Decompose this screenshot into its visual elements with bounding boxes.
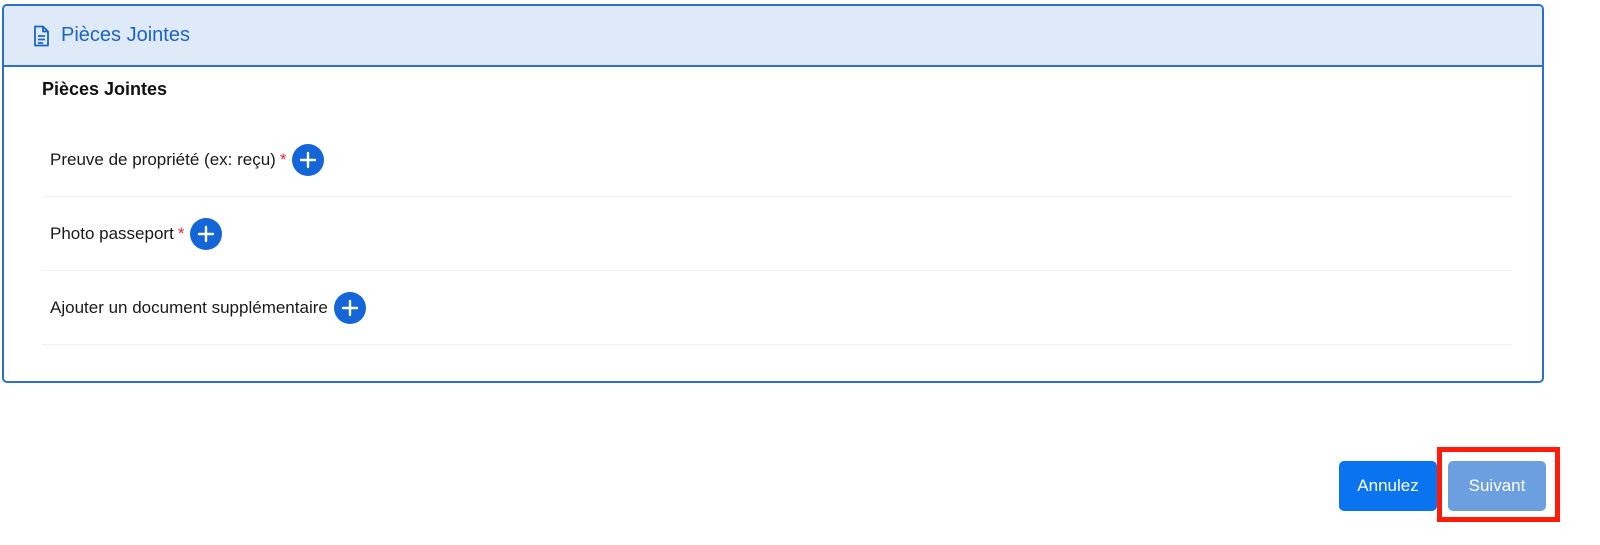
add-proof-of-ownership-button[interactable] (292, 143, 325, 176)
attachments-panel: Pièces Jointes Pièces Jointes Preuve de … (2, 4, 1544, 383)
attachment-label: Photo passeport (50, 223, 174, 243)
required-marker: * (279, 149, 287, 169)
plus-icon (341, 299, 359, 316)
attachment-row-passport-photo: Photo passeport * (42, 197, 1512, 271)
add-passport-photo-button[interactable] (190, 217, 223, 250)
add-additional-document-button[interactable] (333, 291, 366, 324)
attachment-row-additional-document: Ajouter un document supplémentaire (42, 271, 1512, 345)
panel-header: Pièces Jointes (4, 6, 1542, 67)
panel-title: Pièces Jointes (61, 24, 190, 46)
required-marker: * (177, 223, 185, 243)
document-icon (30, 25, 52, 47)
plus-icon (198, 225, 215, 242)
attachment-label: Ajouter un document supplémentaire (50, 297, 328, 317)
plus-icon (300, 151, 317, 168)
section-title: Pièces Jointes (42, 79, 168, 99)
attachment-label: Preuve de propriété (ex: reçu) (50, 149, 276, 169)
attachment-row-proof-of-ownership: Preuve de propriété (ex: reçu) * (42, 123, 1512, 197)
cancel-button[interactable]: Annulez (1339, 461, 1437, 511)
next-button-highlight (1437, 447, 1560, 522)
